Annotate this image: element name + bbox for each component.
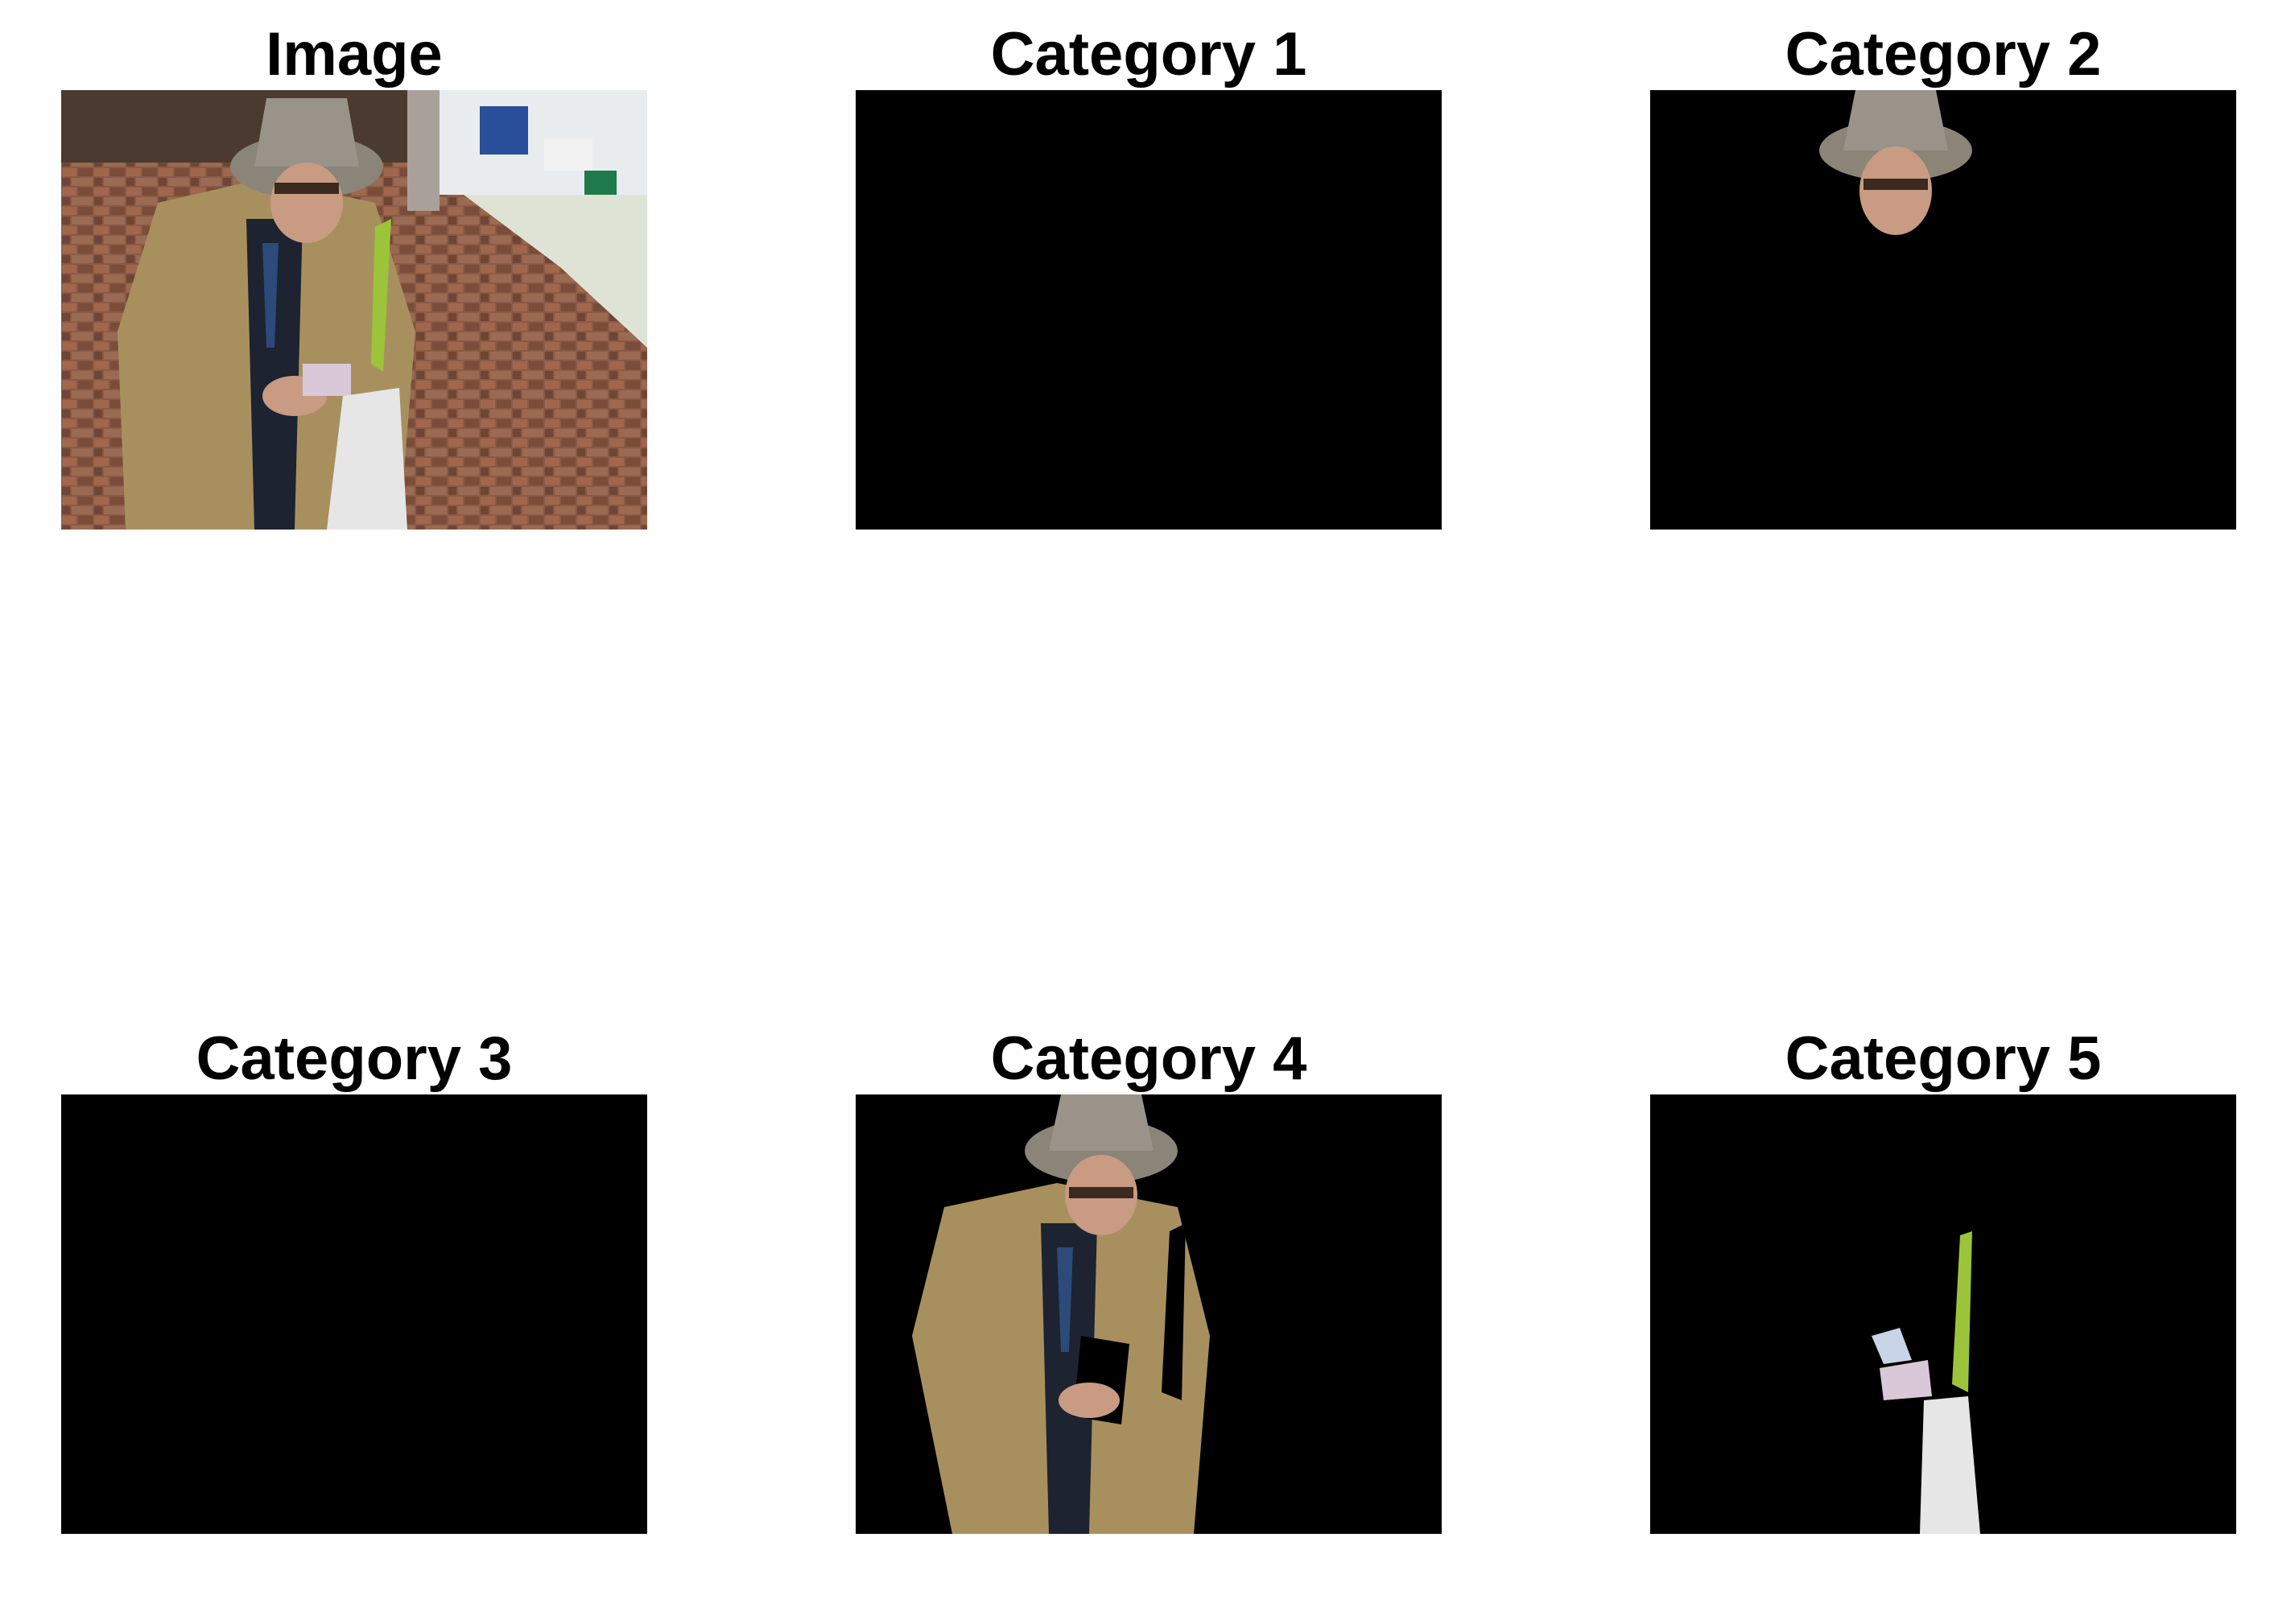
panel-title: Category 4 — [990, 1024, 1307, 1093]
panel-category-2: Category 2 — [1650, 24, 2236, 531]
panel-title: Image — [266, 20, 443, 89]
panel-category-5: Category 5 — [1650, 1028, 2236, 1535]
head-segment — [1819, 90, 1972, 235]
panel-title: Category 1 — [990, 20, 1307, 89]
photo-illustration — [61, 90, 647, 530]
panel-title: Category 2 — [1785, 20, 2102, 89]
panel-category-1: Category 1 — [856, 24, 1442, 531]
panel-title: Category 3 — [196, 1024, 513, 1093]
photo — [61, 90, 647, 530]
mask-image — [61, 1094, 647, 1534]
objects-segment — [1872, 1231, 1980, 1534]
mask-image — [856, 90, 1442, 530]
panel-title: Category 5 — [1785, 1024, 2102, 1093]
panel-category-3: Category 3 — [61, 1028, 647, 1535]
mask-image — [1650, 1094, 2236, 1534]
panel-category-4: Category 4 — [856, 1028, 1442, 1535]
person-segment — [912, 1094, 1210, 1534]
mask-image — [1650, 90, 2236, 530]
panel-image: Image — [61, 24, 647, 531]
mask-image — [856, 1094, 1442, 1534]
